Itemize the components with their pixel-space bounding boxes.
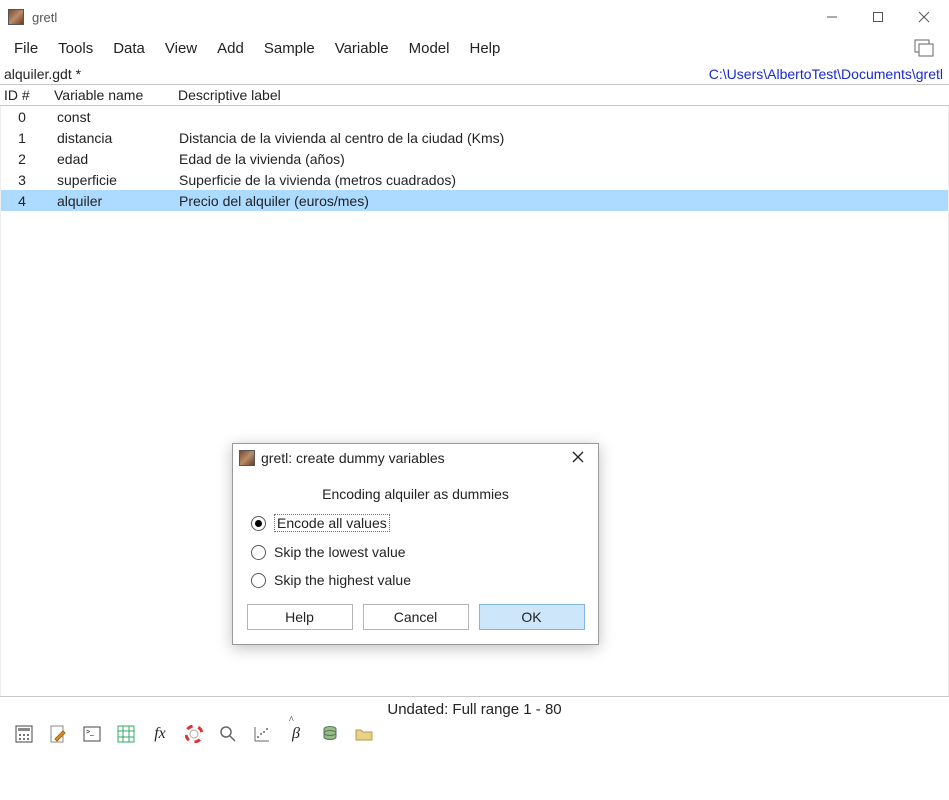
radio-icon [251, 516, 266, 531]
svg-text:>_: >_ [86, 729, 94, 736]
lifebuoy-icon[interactable] [184, 724, 204, 744]
cell-label: Edad de la vivienda (años) [173, 151, 948, 167]
window-close-button[interactable] [901, 2, 947, 32]
radio-option[interactable]: Skip the highest value [251, 572, 580, 588]
cell-id: 1 [1, 130, 39, 146]
menu-file[interactable]: File [14, 40, 38, 57]
cell-id: 2 [1, 151, 39, 167]
encoding-radio-group: Encode all values Skip the lowest value Sk… [233, 514, 598, 604]
cell-name: const [39, 109, 173, 125]
cell-id: 0 [1, 109, 39, 125]
cell-id: 3 [1, 172, 39, 188]
cell-name: distancia [39, 130, 173, 146]
radio-label: Skip the lowest value [274, 544, 406, 560]
fx-icon[interactable]: fx [150, 724, 170, 744]
menu-model[interactable]: Model [409, 40, 450, 57]
menu-view[interactable]: View [165, 40, 197, 57]
radio-option[interactable]: Skip the lowest value [251, 544, 580, 560]
radio-icon [251, 545, 266, 560]
table-row[interactable]: 1distanciaDistancia de la vivienda al ce… [1, 127, 948, 148]
table-row[interactable]: 4alquilerPrecio del alquiler (euros/mes) [1, 190, 948, 211]
menu-tools[interactable]: Tools [58, 40, 93, 57]
app-icon [239, 450, 255, 466]
menu-variable[interactable]: Variable [335, 40, 389, 57]
file-path-row: alquiler.gdt * C:\Users\AlbertoTest\Docu… [0, 66, 949, 84]
open-filepath: C:\Users\AlbertoTest\Documents\gretl [709, 66, 943, 82]
cell-label: Distancia de la vivienda al centro de la… [173, 130, 948, 146]
grid-icon[interactable] [116, 724, 136, 744]
menubar: File Tools Data View Add Sample Variable… [0, 34, 949, 66]
bottom-toolbar: >_ fx β [0, 724, 949, 750]
radio-label: Skip the highest value [274, 572, 411, 588]
dialog-button-row: Help Cancel OK [233, 604, 598, 644]
table-row[interactable]: 0const [1, 106, 948, 127]
menu-sample[interactable]: Sample [264, 40, 315, 57]
table-row[interactable]: 3superficieSuperficie de la vivienda (me… [1, 169, 948, 190]
dialog-titlebar: gretl: create dummy variables [233, 444, 598, 472]
menu-data[interactable]: Data [113, 40, 145, 57]
cell-label: Superficie de la vivienda (metros cuadra… [173, 172, 948, 188]
app-icon [8, 9, 24, 25]
dialog-title: gretl: create dummy variables [261, 450, 564, 466]
open-filename: alquiler.gdt * [4, 66, 81, 82]
cell-name: superficie [39, 172, 173, 188]
window-minimize-button[interactable] [809, 2, 855, 32]
header-label[interactable]: Descriptive label [172, 87, 949, 103]
table-row[interactable]: 2edadEdad de la vivienda (años) [1, 148, 948, 169]
create-dummy-dialog: gretl: create dummy variables Encoding a… [232, 443, 599, 645]
beta-icon[interactable]: β [286, 724, 306, 744]
database-icon[interactable] [320, 724, 340, 744]
menu-add[interactable]: Add [217, 40, 244, 57]
radio-icon [251, 573, 266, 588]
windows-stack-icon[interactable] [913, 38, 935, 58]
help-button[interactable]: Help [247, 604, 353, 630]
menu-help[interactable]: Help [469, 40, 500, 57]
cell-name: alquiler [39, 193, 173, 209]
cancel-button[interactable]: Cancel [363, 604, 469, 630]
folder-icon[interactable] [354, 724, 374, 744]
edit-icon[interactable] [48, 724, 68, 744]
dialog-close-button[interactable] [564, 450, 592, 466]
window-maximize-button[interactable] [855, 2, 901, 32]
window-title: gretl [32, 10, 57, 25]
window-titlebar: gretl [0, 0, 949, 34]
calculator-icon[interactable] [14, 724, 34, 744]
cell-id: 4 [1, 193, 39, 209]
radio-option[interactable]: Encode all values [251, 514, 580, 532]
scatter-icon[interactable] [252, 724, 272, 744]
cell-name: edad [39, 151, 173, 167]
radio-label: Encode all values [274, 514, 390, 532]
ok-button[interactable]: OK [479, 604, 585, 630]
table-header: ID # Variable name Descriptive label [0, 85, 949, 106]
header-id[interactable]: ID # [0, 87, 38, 103]
cell-label: Precio del alquiler (euros/mes) [173, 193, 948, 209]
dialog-subtitle: Encoding alquiler as dummies [233, 472, 598, 514]
status-bar: Undated: Full range 1 - 80 [0, 697, 949, 724]
magnify-icon[interactable] [218, 724, 238, 744]
terminal-icon[interactable]: >_ [82, 724, 102, 744]
header-name[interactable]: Variable name [38, 87, 172, 103]
